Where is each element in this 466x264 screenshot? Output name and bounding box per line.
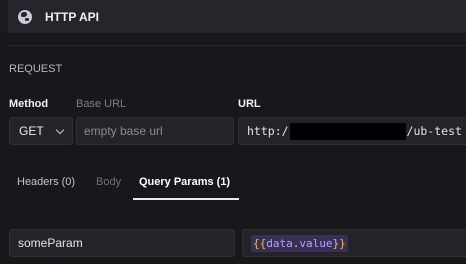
base-url-label: Base URL — [76, 98, 127, 110]
url-suffix: /ub-test — [406, 124, 462, 138]
node-title: HTTP API — [45, 9, 100, 24]
template-object: data — [266, 236, 293, 250]
tab-body[interactable]: Body — [96, 176, 121, 188]
query-param-value-field[interactable]: {{data.value}} — [242, 229, 466, 257]
globe-icon — [18, 9, 32, 24]
tab-headers[interactable]: Headers (0) — [17, 176, 75, 188]
base-url-field[interactable]: empty base url — [76, 117, 234, 145]
url-field[interactable]: http:/ /ub-test — [238, 117, 466, 145]
active-tab-indicator — [133, 198, 239, 200]
template-close-brace: }} — [332, 236, 346, 250]
header-bar: HTTP API — [0, 0, 466, 33]
section-label-request: REQUEST — [9, 63, 63, 75]
method-value: GET — [19, 124, 44, 138]
method-select[interactable]: GET — [9, 117, 73, 145]
tab-query-params[interactable]: Query Params (1) — [139, 176, 230, 188]
redacted-block — [289, 122, 406, 140]
divider — [8, 45, 466, 46]
base-url-placeholder: empty base url — [84, 124, 163, 138]
template-key: value — [299, 236, 333, 250]
query-param-name: someParam — [18, 236, 83, 250]
template-variable-chip: {{data.value}} — [251, 234, 348, 252]
url-label: URL — [238, 98, 261, 110]
query-param-name-field[interactable]: someParam — [9, 229, 235, 257]
url-prefix: http:/ — [247, 124, 289, 138]
template-open-brace: {{ — [253, 236, 267, 250]
http-api-node-header[interactable]: HTTP API — [8, 0, 466, 33]
method-label: Method — [9, 98, 49, 110]
chevron-down-icon — [55, 125, 65, 135]
